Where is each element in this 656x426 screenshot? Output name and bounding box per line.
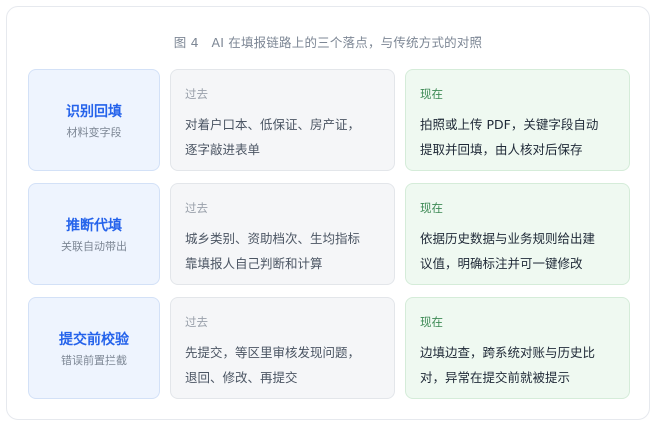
now-line: 拍照或上传 PDF，关键字段自动 [420, 117, 599, 132]
now-tag: 现在 [420, 201, 443, 215]
past-tag: 过去 [185, 201, 208, 215]
now-line: 依据历史数据与业务规则给出建 [420, 231, 596, 246]
label-card-recognize-fill: 识别回填 材料变字段 [28, 69, 160, 171]
now-line: 边填边查，跨系统对账与历史比 [420, 345, 596, 360]
now-tag: 现在 [420, 87, 443, 101]
past-line: 城乡类别、资助档次、生均指标 [185, 231, 361, 246]
past-tag: 过去 [185, 315, 208, 329]
label-title: 推断代填 [66, 218, 122, 234]
now-card-recognize-fill: 现在 拍照或上传 PDF，关键字段自动 提取并回填，由人核对后保存 [405, 69, 630, 171]
now-card-pre-submit-check: 现在 边填边查，跨系统对账与历史比 对，异常在提交前就被提示 [405, 297, 630, 399]
past-line: 对着户口本、低保证、房产证， [185, 117, 361, 132]
label-title: 识别回填 [66, 104, 122, 120]
past-line: 先提交，等区里审核发现问题， [185, 345, 361, 360]
label-subtitle: 材料变字段 [66, 126, 122, 139]
label-card-pre-submit-check: 提交前校验 错误前置拦截 [28, 297, 160, 399]
now-card-infer-fill: 现在 依据历史数据与业务规则给出建 议值，明确标注并可一键修改 [405, 183, 630, 285]
label-subtitle: 关联自动带出 [61, 240, 127, 253]
past-card-infer-fill: 过去 城乡类别、资助档次、生均指标 靠填报人自己判断和计算 [170, 183, 395, 285]
past-tag: 过去 [185, 87, 208, 101]
label-card-infer-fill: 推断代填 关联自动带出 [28, 183, 160, 285]
now-line: 提取并回填，由人核对后保存 [420, 142, 583, 157]
past-line: 靠填报人自己判断和计算 [185, 256, 323, 271]
label-subtitle: 错误前置拦截 [61, 354, 127, 367]
figure-caption: 图 4 AI 在填报链路上的三个落点，与传统方式的对照 [173, 35, 483, 50]
label-title: 提交前校验 [59, 332, 129, 348]
past-card-recognize-fill: 过去 对着户口本、低保证、房产证， 逐字敲进表单 [170, 69, 395, 171]
past-line: 退回、修改、再提交 [185, 370, 298, 385]
past-card-pre-submit-check: 过去 先提交，等区里审核发现问题， 退回、修改、再提交 [170, 297, 395, 399]
past-line: 逐字敲进表单 [185, 142, 261, 157]
now-line: 对，异常在提交前就被提示 [420, 370, 571, 385]
now-line: 议值，明确标注并可一键修改 [420, 256, 583, 271]
now-tag: 现在 [420, 315, 443, 329]
